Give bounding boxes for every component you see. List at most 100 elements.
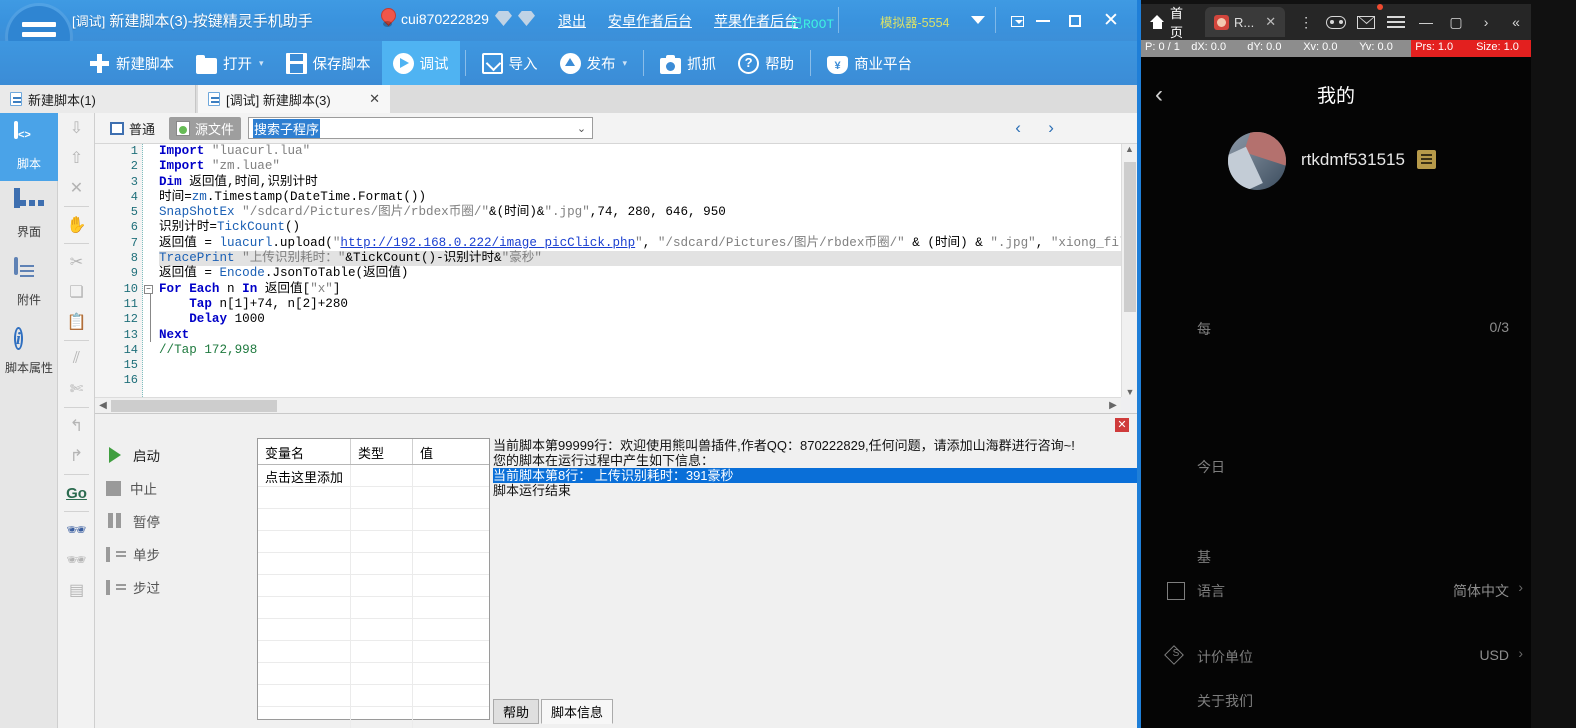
chevron-right-icon[interactable]: › [1471, 7, 1501, 37]
variable-watch-table[interactable]: 变量名 类型 值 点击这里添加 [257, 438, 490, 728]
copy-icon[interactable]: ❏ [58, 277, 95, 307]
chevron-down-icon[interactable] [971, 16, 985, 24]
log-line[interactable]: 当前脚本第99999行：欢迎使用熊叫兽插件,作者QQ：870222829,任何问… [493, 438, 1215, 453]
scroll-thumb[interactable] [1124, 162, 1136, 312]
find-icon[interactable]: 🕶 [58, 515, 95, 545]
find-replace-icon[interactable]: 🕶 [58, 545, 95, 575]
close-icon[interactable]: ✕ [369, 91, 380, 107]
scroll-thumb-h[interactable] [111, 400, 277, 412]
debug-action-启动[interactable]: 启动 [100, 438, 195, 471]
paste-icon[interactable]: 📋 [58, 307, 95, 337]
script-log[interactable]: 当前脚本第99999行：欢迎使用熊叫兽插件,作者QQ：870222829,任何问… [493, 438, 1215, 728]
list-icon[interactable]: ▤ [58, 575, 95, 605]
debug-action-单步[interactable]: 单步 [100, 537, 195, 570]
fold-toggle[interactable]: − [144, 284, 153, 294]
scroll-left-arrow[interactable]: ◀ [96, 399, 110, 413]
maximize-icon[interactable]: ▢ [1441, 7, 1471, 37]
tab-home[interactable]: 首页 [1141, 6, 1205, 40]
table-row[interactable] [258, 487, 489, 509]
help-button[interactable]: ? 帮助 [727, 41, 805, 85]
paperclip-icon[interactable]: ⫽ [58, 344, 95, 374]
mode-source-button[interactable]: 源文件 [169, 116, 242, 140]
log-line[interactable]: 您的脚本在运行过程中产生如下信息： [493, 453, 1215, 468]
list-item-about[interactable]: 关于我们 [1141, 679, 1531, 725]
code-line[interactable]: Dim 返回值,时间,识别计时 [159, 175, 1137, 190]
list-item[interactable]: 今日 [1141, 445, 1531, 491]
cut-icon[interactable]: ✂ [58, 247, 95, 277]
logout-link[interactable]: 退出 [558, 11, 586, 31]
sidebar-item-ui[interactable]: 界面 [0, 181, 58, 249]
code-line[interactable] [159, 373, 1137, 388]
tab-script-info[interactable]: 脚本信息 [541, 699, 614, 724]
minimize-icon[interactable]: — [1411, 7, 1441, 37]
code-line[interactable]: For Each n In 返回值["x"] [159, 282, 1137, 297]
open-button[interactable]: 打开 ▾ [185, 41, 275, 85]
collapse-icon[interactable]: « [1501, 7, 1531, 37]
import-button[interactable]: 导入 [471, 41, 549, 85]
tab-app[interactable]: R... ✕ [1204, 7, 1286, 37]
publish-button[interactable]: 发布 ▾ [549, 41, 639, 85]
tab-script-3[interactable]: [调试] 新建脚本(3) ✕ [198, 85, 390, 113]
apple-backend-link[interactable]: 苹果作者后台 [714, 11, 798, 31]
code-line[interactable]: 识别计时=TickCount() [159, 220, 1137, 235]
table-row[interactable] [258, 641, 489, 663]
sidebar-item-attachment[interactable]: 附件 [0, 249, 58, 317]
code-line[interactable]: 时间=zm.Timestamp(DateTime.Format()) [159, 190, 1137, 205]
emulator-selector[interactable]: 模拟器-5554 [880, 12, 949, 32]
save-script-button[interactable]: 保存脚本 [275, 41, 382, 85]
more-vertical-icon[interactable]: ⋮ [1291, 7, 1321, 37]
table-row[interactable]: 点击这里添加 [258, 465, 489, 487]
table-row[interactable] [258, 663, 489, 685]
table-row[interactable] [258, 685, 489, 707]
table-row[interactable] [258, 575, 489, 597]
android-backend-link[interactable]: 安卓作者后台 [608, 11, 692, 31]
hand-icon[interactable]: ✋ [58, 210, 95, 240]
scroll-right-arrow[interactable]: ▶ [1106, 399, 1120, 413]
code-line[interactable]: 返回值 = Encode.JsonToTable(返回值) [159, 266, 1137, 281]
list-item[interactable]: 每 0/3 [1141, 307, 1531, 353]
log-line[interactable]: 脚本运行结束 [493, 483, 1215, 498]
tab-help[interactable]: 帮助 [493, 699, 540, 724]
menu-icon[interactable] [1381, 7, 1411, 37]
maximize-button[interactable] [1058, 6, 1092, 36]
move-up-icon[interactable]: ⇧ [58, 143, 95, 173]
code-line[interactable]: TracePrint "上传识别耗时："&TickCount()-识别计时&"豪… [159, 251, 1137, 267]
close-icon[interactable]: ✕ [1115, 418, 1129, 432]
avatar[interactable] [1228, 132, 1286, 190]
code-line[interactable] [159, 358, 1137, 373]
table-row[interactable] [258, 509, 489, 531]
table-row[interactable] [258, 553, 489, 575]
code-editor[interactable]: 1 2 3 4 5 6 7 8 9 10 11 12 13 14 15 16 − Import "luacur… [95, 144, 1137, 397]
table-row[interactable] [258, 619, 489, 641]
debug-action-中止[interactable]: 中止 [100, 471, 195, 504]
next-button[interactable]: › [1038, 115, 1064, 141]
search-subroutine-combo[interactable]: 搜索子程序 ⌄ [248, 117, 594, 139]
phone-screen[interactable]: ‹ 我的 rtkdmf531515 每 0/3 今日 基 语言 简体中文 › S… [1141, 57, 1531, 728]
table-row[interactable] [258, 707, 489, 728]
debug-button[interactable]: 调试 [381, 41, 460, 85]
code-line[interactable]: Import "zm.luae" [159, 159, 1137, 174]
code-line[interactable]: Next [159, 328, 1137, 343]
move-down-icon[interactable]: ⇩ [58, 113, 95, 143]
tab-script-1[interactable]: 新建脚本(1) [0, 85, 196, 113]
sidebar-item-script[interactable]: 脚本 [0, 113, 67, 181]
editor-vertical-scrollbar[interactable]: ▲ ▼ [1121, 144, 1137, 397]
mail-icon[interactable] [1351, 4, 1384, 37]
close-button[interactable]: ✕ [1094, 5, 1128, 35]
chevron-down-icon[interactable]: ⌄ [577, 122, 586, 135]
business-platform-button[interactable]: ¥ 商业平台 [816, 41, 923, 85]
minimize-button[interactable] [1026, 6, 1060, 36]
list-item-currency[interactable]: 计价单位 USD › [1141, 635, 1531, 681]
table-row[interactable] [258, 531, 489, 553]
editor-horizontal-scrollbar[interactable]: ◀ ▶ [95, 397, 1121, 413]
goto-icon[interactable]: Go [58, 478, 95, 508]
sidebar-item-properties[interactable]: i 脚本属性 [0, 317, 58, 385]
code-line[interactable]: Delay 1000 [159, 312, 1137, 327]
close-icon[interactable]: ✕ [1265, 14, 1276, 30]
log-line[interactable]: 当前脚本第8行： 上传识别耗时：391豪秒 [493, 468, 1215, 483]
mode-normal-button[interactable]: 普通 [103, 117, 162, 140]
new-script-button[interactable]: 新建脚本 [78, 41, 185, 85]
fold-column[interactable]: − [144, 144, 158, 397]
delete-icon[interactable]: ✕ [58, 173, 95, 203]
table-row[interactable] [258, 597, 489, 619]
